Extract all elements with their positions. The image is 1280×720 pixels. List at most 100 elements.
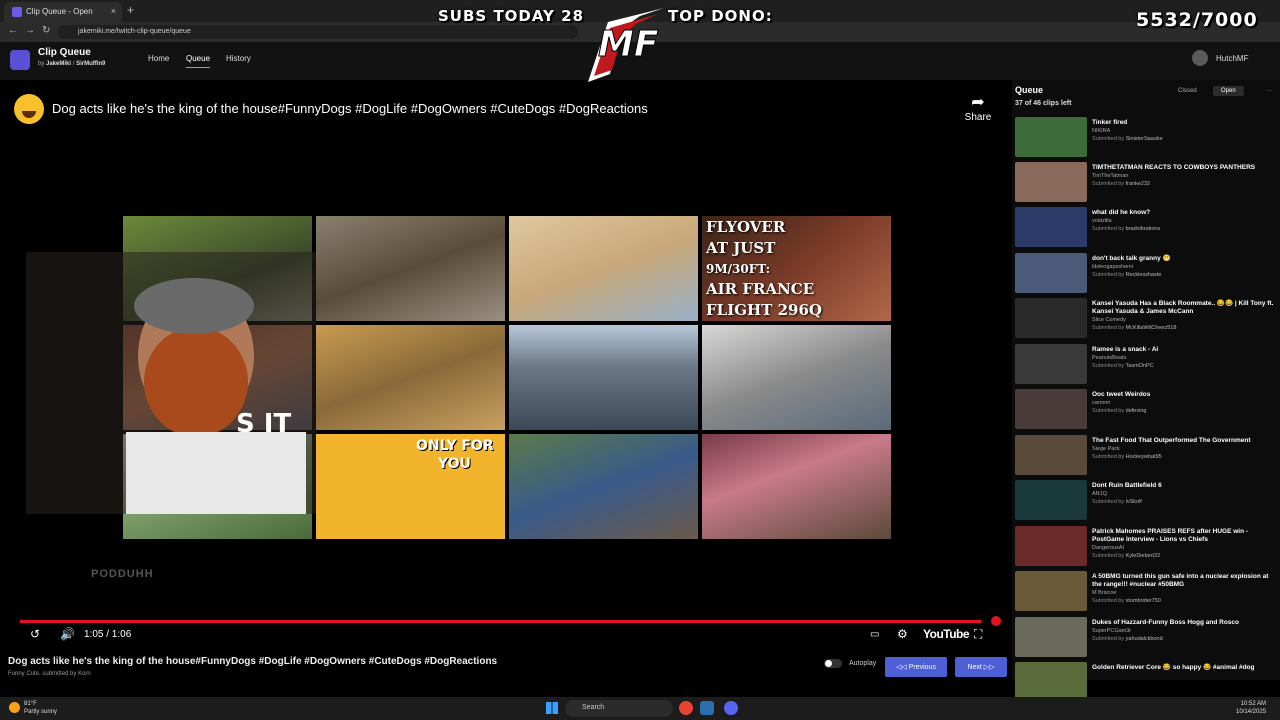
nav-queue[interactable]: Queue xyxy=(186,54,211,68)
progress-bar[interactable] xyxy=(20,620,982,623)
queue-item-thumbnail[interactable] xyxy=(1015,117,1087,157)
closed-toggle[interactable]: Closed xyxy=(1170,86,1205,96)
weather-description: Partly sunny xyxy=(24,709,58,715)
woman-dog-image xyxy=(316,216,505,321)
queue-panel: Queue 37 of 46 clips left Closed Open ··… xyxy=(1012,80,1280,702)
clock-time: 10:52 AM xyxy=(1240,701,1267,707)
top-dono-overlay: TOP DONO: xyxy=(668,7,773,25)
browser-tab[interactable]: Clip Queue - Open × xyxy=(4,2,122,22)
settings-gear-icon[interactable]: ⚙ xyxy=(897,627,908,641)
next-button[interactable]: Next ▷▷ xyxy=(955,657,1007,677)
autoplay-toggle[interactable] xyxy=(824,659,842,668)
submitted-by-label: Submitted by xyxy=(1092,553,1125,559)
queue-item[interactable]: Dont Ruin Battlefield 6 AN1Q Submitted by … xyxy=(1015,480,1277,522)
chrome-icon[interactable] xyxy=(679,701,693,715)
tab-close-icon[interactable]: × xyxy=(111,6,116,16)
forward-icon[interactable]: → xyxy=(25,25,35,36)
discord-icon[interactable] xyxy=(724,701,738,715)
queue-item[interactable]: Patrick Mahomes PRAISES REFS after HUGE … xyxy=(1015,526,1277,568)
steam-icon[interactable] xyxy=(700,701,714,715)
weather-widget[interactable]: 81°F Partly sunny xyxy=(24,700,57,716)
queue-item-submitter: Submitted by yahudalckbond xyxy=(1092,636,1163,642)
logo-text: MF xyxy=(598,24,659,65)
queue-item-thumbnail[interactable] xyxy=(1015,344,1087,384)
progress-handle[interactable] xyxy=(991,616,1001,626)
watermark: PODDUHH xyxy=(91,568,154,580)
submitted-by-label: Submitted by xyxy=(1092,408,1125,414)
user-avatar[interactable] xyxy=(1192,50,1208,66)
previous-icon: ◁◁ xyxy=(896,664,909,671)
queue-item-channel: ldsleogapsshemi xyxy=(1092,264,1133,270)
address-bar[interactable]: jakemiki.me/twitch-clip-queue/queue xyxy=(58,25,578,39)
queue-item[interactable]: Ramee is a snack - Ai PeanutsBeats Submitt… xyxy=(1015,344,1277,386)
queue-item-thumbnail[interactable] xyxy=(1015,253,1087,293)
queue-item-submitter: Submitted by McKillaWitCheez518 xyxy=(1092,325,1176,331)
queue-item-thumbnail[interactable] xyxy=(1015,389,1087,429)
back-icon[interactable]: ← xyxy=(8,25,18,36)
captions-icon[interactable]: ▭ xyxy=(870,629,879,640)
reload-icon[interactable]: ↻ xyxy=(42,25,50,36)
queue-item-channel: NIKIRA xyxy=(1092,128,1111,134)
replay-icon[interactable]: ↺ xyxy=(30,627,40,641)
submitted-by-label: Submitted by xyxy=(1092,454,1125,460)
app-subtitle: by JakeMiki / SirMuffin9 xyxy=(38,61,105,67)
temperature: 81°F xyxy=(24,701,37,707)
man-holding-dog-image xyxy=(702,325,891,430)
queue-item-thumbnail[interactable] xyxy=(1015,207,1087,247)
cartoon-dog-image: ONLY FOR YOU xyxy=(316,434,505,539)
queue-item-submitter: Submitted by SinisterSasube xyxy=(1092,136,1163,142)
nav-history[interactable]: History xyxy=(226,54,251,63)
queue-item-thumbnail[interactable] xyxy=(1015,617,1087,657)
queue-item[interactable]: TIMTHETATMAN REACTS TO COWBOYS PANTHERS T… xyxy=(1015,162,1277,204)
submitted-by-label: Submitted by xyxy=(1092,499,1125,505)
open-toggle[interactable]: Open xyxy=(1213,86,1244,96)
submitter-name: bradvibrations xyxy=(1125,226,1161,232)
queue-item-thumbnail[interactable] xyxy=(1015,298,1087,338)
airplane-crash-image: FLYOVER AT JUST 9M/30FT: AIR FRANCE FLIG… xyxy=(702,216,891,321)
queue-item[interactable]: what did he know? voidzilla Submitted by b… xyxy=(1015,207,1277,249)
queue-item-channel: Slice Comedy xyxy=(1092,317,1126,323)
queue-item[interactable]: Tinker fired NIKIRA Submitted by SinisterS… xyxy=(1015,117,1277,159)
queue-item[interactable]: don't back talk granny 😬 ldsleogapsshemi S… xyxy=(1015,253,1277,295)
previous-button[interactable]: ◁◁ Previous xyxy=(885,657,947,677)
queue-item[interactable]: Kansei Yasuda Has a Black Roommate.. 😂😂 … xyxy=(1015,298,1277,340)
queue-item-thumbnail[interactable] xyxy=(1015,662,1087,702)
weather-icon xyxy=(9,702,20,713)
new-tab-icon[interactable]: + xyxy=(127,3,134,17)
queue-item[interactable]: A 50BMG turned this gun safe into a nucl… xyxy=(1015,571,1277,613)
queue-item-thumbnail[interactable] xyxy=(1015,571,1087,611)
queue-item[interactable]: The Fast Food That Outperformed The Gove… xyxy=(1015,435,1277,477)
flyover-line3: 9M/30FT: xyxy=(706,262,771,276)
taskbar-search[interactable]: Search xyxy=(565,700,673,717)
author-link[interactable]: JakeMiki xyxy=(46,61,71,67)
queue-title: Queue xyxy=(1015,85,1044,95)
system-clock[interactable]: 10:52 AM 10/14/2025 xyxy=(1236,700,1266,716)
volume-icon[interactable]: 🔊 xyxy=(60,627,75,641)
youtube-logo[interactable]: YouTube xyxy=(923,627,970,641)
mf-logo: MF xyxy=(588,8,664,82)
more-options-icon[interactable]: ··· xyxy=(1258,86,1280,96)
queue-item-thumbnail[interactable] xyxy=(1015,526,1087,566)
queue-item-thumbnail[interactable] xyxy=(1015,162,1087,202)
queue-item-thumbnail[interactable] xyxy=(1015,480,1087,520)
share-button[interactable]: ➦ Share xyxy=(962,92,994,123)
app-title: Clip Queue xyxy=(38,47,91,58)
username[interactable]: HutchMF xyxy=(1216,54,1248,63)
submitted-by-label: Submitted by xyxy=(1092,363,1125,369)
queue-item-submitter: Submitted by lvSkolf xyxy=(1092,499,1142,505)
fullscreen-icon[interactable]: ⛶ xyxy=(974,627,982,642)
queue-item-channel: carmnn xyxy=(1092,400,1111,406)
submitted-by-label: Submitted by xyxy=(1092,636,1125,642)
windows-start-icon[interactable] xyxy=(546,702,558,714)
windows-taskbar: 81°F Partly sunny Search 10:52 AM 10/14/… xyxy=(0,697,1280,720)
grill-dog-image xyxy=(509,434,698,539)
queue-item[interactable]: Ooc tweet Weirdos carmnn Submitted by defe… xyxy=(1015,389,1277,431)
queue-item-thumbnail[interactable] xyxy=(1015,435,1087,475)
nav-home[interactable]: Home xyxy=(148,54,169,63)
queue-item[interactable]: Dukes of Hazzard-Funny Boss Hogg and Ros… xyxy=(1015,617,1277,659)
channel-link[interactable]: SirMuffin9 xyxy=(76,61,105,67)
video-channel[interactable]: Funny Cute xyxy=(8,671,39,677)
submitted-by-label: Submitted by xyxy=(1092,598,1125,604)
submitted-by-label: Submitted by xyxy=(1092,136,1125,142)
video-player[interactable]: Dog acts like he's the king of the house… xyxy=(8,82,1006,650)
